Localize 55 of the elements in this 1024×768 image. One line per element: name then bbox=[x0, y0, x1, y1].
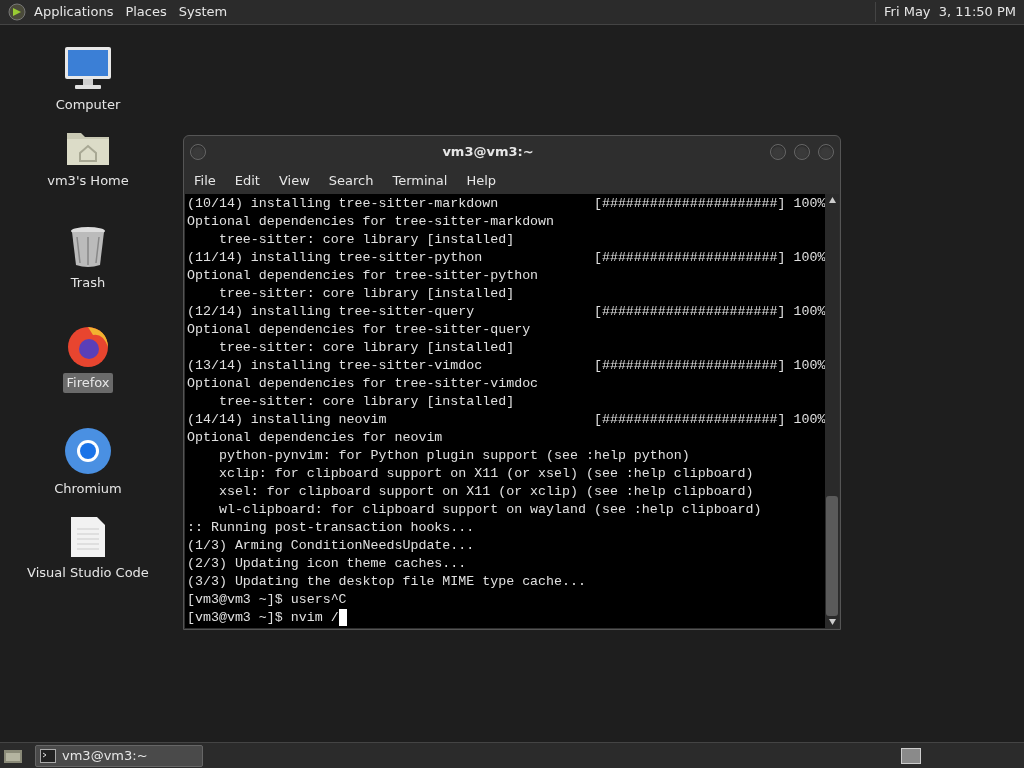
clock[interactable]: Fri May 3, 11:50 PM bbox=[875, 2, 1016, 22]
menu-item[interactable]: File bbox=[194, 170, 216, 191]
desktop-icon-label[interactable]: Computer bbox=[52, 95, 124, 115]
terminal-line: tree-sitter: core library [installed] bbox=[217, 231, 515, 249]
menu-item[interactable]: Terminal bbox=[392, 170, 448, 191]
trash-icon bbox=[68, 225, 108, 269]
desktop-icon-label[interactable]: vm3's Home bbox=[44, 171, 132, 191]
taskbar-button[interactable]: vm3@vm3:~ bbox=[35, 744, 203, 767]
terminal-line: Optional dependencies for tree-sitter-query bbox=[187, 321, 531, 339]
terminal-line: Optional dependencies for neovim bbox=[187, 429, 443, 447]
panel-menu[interactable]: Applications bbox=[34, 2, 114, 22]
terminal-line: [vm3@vm3 ~]$ users^C bbox=[187, 591, 347, 609]
menu-item[interactable]: Help bbox=[466, 170, 497, 191]
terminal-line: [vm3@vm3 ~]$ nvim / bbox=[187, 609, 339, 627]
menu-item[interactable]: Search bbox=[328, 170, 374, 191]
scrollbar-thumb[interactable] bbox=[826, 496, 838, 616]
scroll-down-arrow-icon[interactable] bbox=[828, 619, 836, 625]
show-desktop-icon[interactable] bbox=[3, 747, 23, 764]
terminal-line: python-pynvim: for Python plugin support (see :help python) bbox=[217, 447, 690, 465]
desktop-icon-label[interactable]: Visual Studio Code bbox=[24, 563, 152, 583]
terminal-line: (12/14) installing tree-sitter-query [######################] 100% bbox=[187, 303, 826, 321]
terminal-line: Optional dependencies for tree-sitter-vimdoc bbox=[187, 375, 539, 393]
panel-menu[interactable]: System bbox=[178, 2, 228, 22]
terminal-line: (14/14) installing neovim [######################] 100% bbox=[187, 411, 826, 429]
window-title: vm3@vm3:~ bbox=[441, 142, 535, 161]
text-cursor bbox=[338, 609, 347, 626]
terminal-line: (1/3) Arming ConditionNeedsUpdate... bbox=[187, 537, 475, 555]
terminal-line: (11/14) installing tree-sitter-python [######################] 100% bbox=[187, 249, 826, 267]
scroll-up-arrow-icon[interactable] bbox=[828, 197, 836, 203]
terminal-line: wl-clipboard: for clipboard support on wayland (see :help clipboard) bbox=[217, 501, 762, 519]
desktop-icon-label[interactable]: Chromium bbox=[51, 479, 125, 499]
terminal-line: Optional dependencies for tree-sitter-markdown bbox=[187, 213, 555, 231]
chromium-icon bbox=[64, 427, 112, 475]
terminal-line: :: Running post-transaction hooks... bbox=[187, 519, 475, 537]
panel-menu[interactable]: Places bbox=[125, 2, 167, 22]
menu-item[interactable]: View bbox=[278, 170, 310, 191]
monitor-icon bbox=[63, 45, 113, 91]
workspace-switcher[interactable] bbox=[901, 747, 921, 764]
terminal-line: xclip: for clipboard support on X11 (or xsel) (see :help clipboard) bbox=[217, 465, 754, 483]
terminal-line: (10/14) installing tree-sitter-markdown [######################] 100% bbox=[187, 195, 826, 213]
document-icon bbox=[69, 515, 107, 559]
terminal-line: xsel: for clipboard support on X11 (or xclip) (see :help clipboard) bbox=[217, 483, 754, 501]
terminal-line: tree-sitter: core library [installed] bbox=[217, 339, 515, 357]
terminal-line: (13/14) installing tree-sitter-vimdoc [######################] 100% bbox=[187, 357, 826, 375]
terminal-line: tree-sitter: core library [installed] bbox=[217, 393, 515, 411]
terminal-line: (3/3) Updating the desktop file MIME type cache... bbox=[187, 573, 586, 591]
distro-logo-icon[interactable] bbox=[8, 3, 26, 21]
terminal-icon bbox=[40, 748, 56, 763]
terminal-line: Optional dependencies for tree-sitter-python bbox=[187, 267, 539, 285]
desktop-icon-label[interactable]: Firefox bbox=[63, 373, 113, 393]
scrollbar[interactable] bbox=[825, 194, 839, 628]
terminal-line: tree-sitter: core library [installed] bbox=[217, 285, 515, 303]
terminal-line: (2/3) Updating icon theme caches... bbox=[187, 555, 467, 573]
menu-item[interactable]: Edit bbox=[234, 170, 260, 191]
desktop-icon-label[interactable]: Trash bbox=[67, 273, 109, 293]
